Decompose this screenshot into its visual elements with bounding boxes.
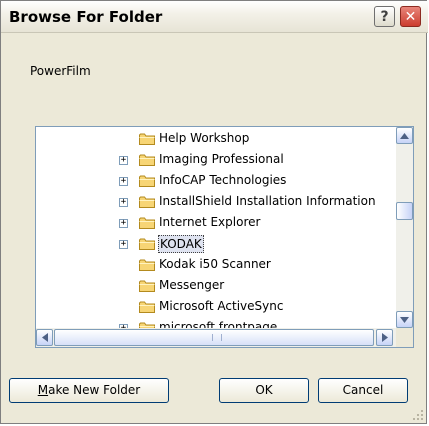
tree-row-label: Internet Explorer <box>159 215 261 229</box>
tree-row-label: Messenger <box>159 278 225 292</box>
folder-icon <box>139 259 155 271</box>
folder-icon <box>139 217 155 229</box>
scroll-up-arrow-icon[interactable] <box>396 127 413 144</box>
scrollbar-corner <box>396 328 413 347</box>
tree-row-label: Imaging Professional <box>159 152 284 166</box>
tree-row[interactable]: + Internet Explorer <box>36 213 396 233</box>
make-new-folder-button[interactable]: Make New Folder <box>9 378 169 403</box>
expand-plus-icon[interactable]: + <box>119 177 128 186</box>
make-new-folder-mnemonic: M <box>37 383 49 397</box>
close-button[interactable]: ✕ <box>400 6 421 27</box>
folder-icon <box>139 133 155 145</box>
tree-row[interactable]: + InfoCAP Technologies <box>36 171 396 191</box>
cancel-button[interactable]: Cancel <box>318 378 408 403</box>
tree-row[interactable]: + Imaging Professional <box>36 150 396 170</box>
folder-icon <box>139 175 155 187</box>
folder-icon <box>139 301 155 313</box>
tree-row[interactable]: Help Workshop <box>36 129 396 149</box>
tree-row[interactable]: + KODAK <box>36 234 396 254</box>
expand-plus-icon[interactable]: + <box>119 156 128 165</box>
folder-icon <box>139 280 155 292</box>
folder-icon <box>139 196 155 208</box>
vertical-scroll-thumb[interactable] <box>396 202 413 220</box>
expand-plus-icon[interactable]: + <box>119 240 128 249</box>
folder-icon <box>139 238 155 250</box>
expand-plus-icon[interactable]: + <box>119 219 128 228</box>
tree-row[interactable]: + InstallShield Installation Information <box>36 192 396 212</box>
tree-row[interactable]: + microsoft frontpage <box>36 318 396 328</box>
tree-row-label: InstallShield Installation Information <box>159 194 376 208</box>
scroll-grip-icon <box>212 334 222 341</box>
scroll-down-arrow-icon[interactable] <box>396 311 413 328</box>
make-new-folder-label: ake New Folder <box>48 383 141 397</box>
tree-row-label: InfoCAP Technologies <box>159 173 287 187</box>
folder-tree-rows: Help Workshop + Imaging Professional + InfoC… <box>36 127 396 328</box>
scroll-left-arrow-icon[interactable] <box>36 329 53 346</box>
tree-row-label: Kodak i50 Scanner <box>159 257 271 271</box>
horizontal-scrollbar[interactable] <box>36 328 396 347</box>
folder-icon <box>139 154 155 166</box>
tree-row-label: Microsoft ActiveSync <box>159 299 284 313</box>
tree-row[interactable]: Microsoft ActiveSync <box>36 297 396 317</box>
horizontal-scroll-thumb[interactable] <box>54 329 374 346</box>
scroll-right-arrow-icon[interactable] <box>376 329 393 346</box>
window-title: Browse For Folder <box>9 8 163 26</box>
title-bar[interactable]: Browse For Folder ? ✕ <box>1 1 428 33</box>
resize-grip-icon[interactable] <box>412 409 424 421</box>
dialog-message: PowerFilm <box>30 64 91 78</box>
tree-row-label: microsoft frontpage <box>159 320 278 328</box>
browse-for-folder-dialog: Browse For Folder ? ✕ PowerFilm Help Wor… <box>0 0 428 424</box>
help-button[interactable]: ? <box>374 6 395 27</box>
ok-button[interactable]: OK <box>219 378 309 403</box>
tree-row[interactable]: Kodak i50 Scanner <box>36 255 396 275</box>
tree-row-label: Help Workshop <box>159 131 250 145</box>
folder-tree-view[interactable]: Help Workshop + Imaging Professional + InfoC… <box>35 126 414 348</box>
expand-plus-icon[interactable]: + <box>119 198 128 207</box>
tree-row[interactable]: Messenger <box>36 276 396 296</box>
vertical-scrollbar[interactable] <box>396 127 413 328</box>
tree-row-label: KODAK <box>158 235 204 253</box>
